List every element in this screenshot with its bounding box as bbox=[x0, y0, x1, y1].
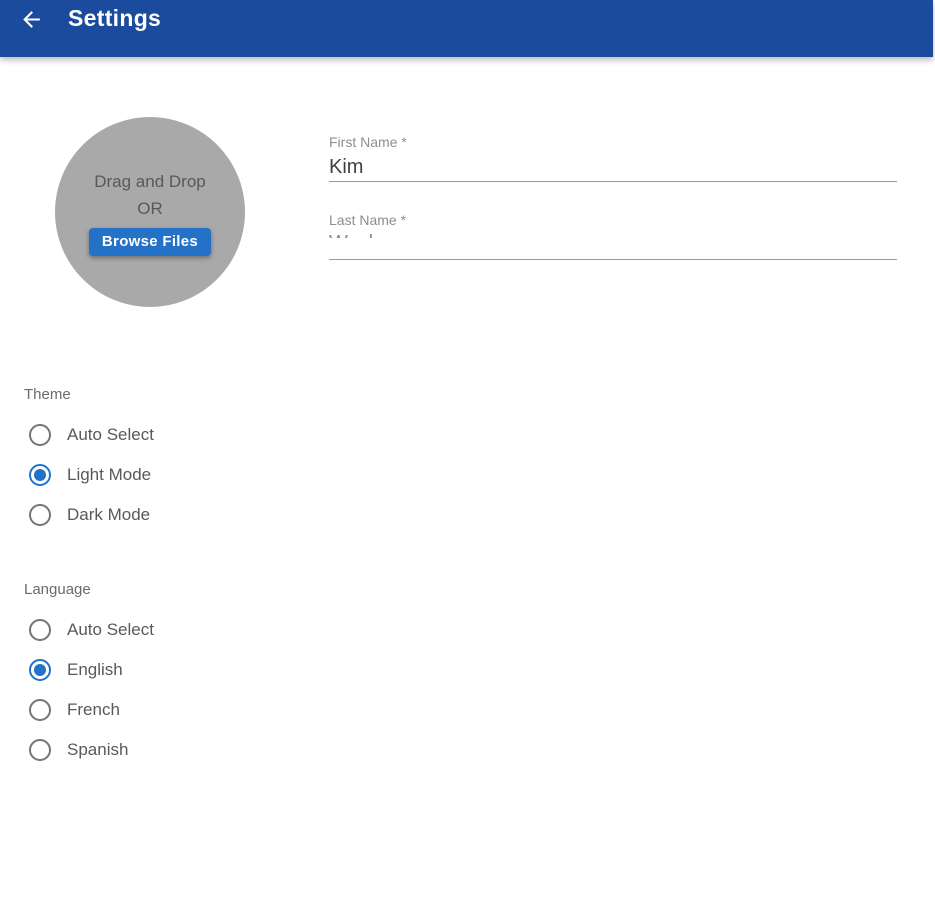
radio-option-dark-mode[interactable]: Dark Mode bbox=[24, 495, 935, 535]
last-name-input[interactable]: Wexler bbox=[329, 231, 897, 259]
radio-button-icon bbox=[29, 619, 51, 641]
last-name-field: Last Name * Wexler bbox=[329, 212, 897, 260]
radio-option-auto-select[interactable]: Auto Select bbox=[24, 610, 935, 650]
settings-page: Settings Drag and Drop OR Browse Files F… bbox=[0, 0, 935, 922]
language-radio-group: Auto Select English French Spanish bbox=[24, 610, 935, 770]
radio-button-icon bbox=[29, 504, 51, 526]
theme-radio-group: Auto Select Light Mode Dark Mode bbox=[24, 415, 935, 535]
language-section-label: Language bbox=[24, 581, 91, 598]
theme-section-label: Theme bbox=[24, 386, 71, 403]
radio-option-label: Dark Mode bbox=[67, 505, 151, 524]
first-name-field: First Name * bbox=[329, 134, 897, 182]
name-fields: First Name * Last Name * Wexler bbox=[329, 117, 897, 290]
page-title: Settings bbox=[68, 5, 162, 31]
radio-option-light-mode[interactable]: Light Mode bbox=[24, 455, 935, 495]
language-section: Language Auto Select English French Span… bbox=[24, 581, 935, 770]
back-button[interactable] bbox=[18, 6, 44, 32]
first-name-input[interactable] bbox=[329, 153, 897, 181]
last-name-clipped-value: Wexler bbox=[329, 231, 897, 238]
radio-button-icon bbox=[29, 699, 51, 721]
radio-option-french[interactable]: French bbox=[24, 690, 935, 730]
theme-section: Theme Auto Select Light Mode Dark Mode bbox=[24, 386, 935, 535]
radio-option-label: Auto Select bbox=[67, 425, 154, 444]
dropzone-text-line2: OR bbox=[137, 199, 163, 218]
radio-button-icon bbox=[29, 464, 51, 486]
radio-button-icon bbox=[29, 659, 51, 681]
radio-button-icon bbox=[29, 739, 51, 761]
app-bar: Settings bbox=[0, 0, 933, 57]
radio-option-spanish[interactable]: Spanish bbox=[24, 730, 935, 770]
last-name-value-text: Wexler bbox=[329, 231, 897, 238]
arrow-left-icon bbox=[19, 7, 44, 32]
dropzone-text-line1: Drag and Drop bbox=[94, 172, 206, 191]
radio-option-label: Light Mode bbox=[67, 465, 152, 484]
browse-files-button[interactable]: Browse Files bbox=[88, 228, 212, 256]
profile-row: Drag and Drop OR Browse Files First Name… bbox=[55, 117, 935, 307]
radio-option-label: Auto Select bbox=[67, 620, 154, 639]
radio-option-auto-select[interactable]: Auto Select bbox=[24, 415, 935, 455]
last-name-label: Last Name * bbox=[329, 212, 407, 228]
radio-option-label: English bbox=[67, 660, 123, 679]
avatar-dropzone[interactable]: Drag and Drop OR Browse Files bbox=[55, 117, 245, 307]
radio-option-label: French bbox=[67, 700, 120, 719]
settings-content: Drag and Drop OR Browse Files First Name… bbox=[0, 117, 935, 770]
first-name-label: First Name * bbox=[329, 134, 407, 150]
radio-button-icon bbox=[29, 424, 51, 446]
radio-option-english[interactable]: English bbox=[24, 650, 935, 690]
radio-option-label: Spanish bbox=[67, 740, 129, 759]
